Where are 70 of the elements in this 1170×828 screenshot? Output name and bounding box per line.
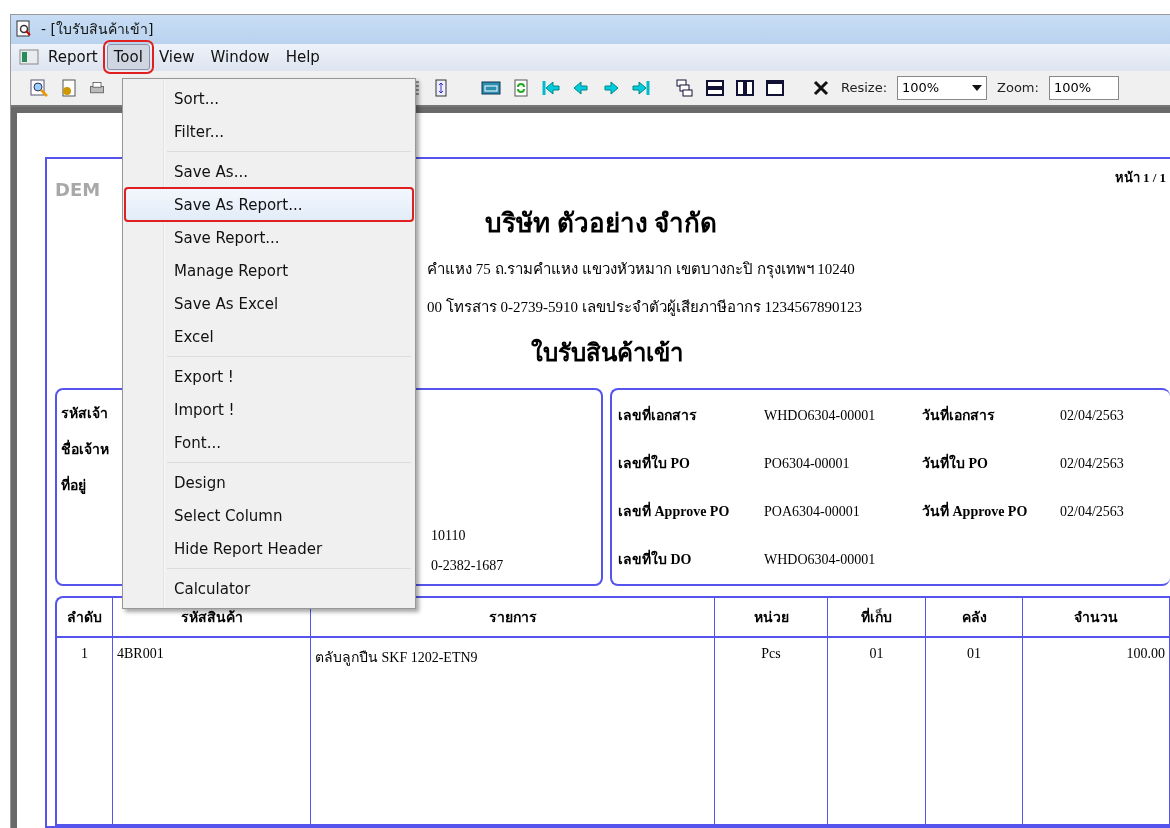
menu-bar-item[interactable]: View <box>151 44 202 71</box>
field-value: POA6304-00001 <box>764 504 861 520</box>
window-icon[interactable] <box>765 77 785 98</box>
field-value: WHDO6304-00001 <box>764 552 877 568</box>
page-number: หน้า 1 / 1 <box>1114 169 1166 187</box>
field-label: ที่อยู่ <box>61 474 109 496</box>
app-icon[interactable] <box>19 49 39 66</box>
field-value: 02/04/2563 <box>1060 504 1125 520</box>
menu-bar-item[interactable]: Window <box>203 44 277 71</box>
zoom-label: Zoom: <box>997 80 1039 96</box>
field-label: รหัสเจ้า <box>61 405 109 423</box>
column-header: ลำดับ <box>57 598 113 638</box>
table-cell: 4BR001 <box>113 638 311 824</box>
menu-bar-item[interactable]: Help <box>278 44 327 71</box>
cascade-icon[interactable] <box>675 77 695 98</box>
company-address: คำแหง 75 ถ.รามคำแหง แขวงหัวหมาก เขตบางกะปิ กรุงเทพฯ 10240 <box>427 260 855 281</box>
watermark-text: DEM <box>55 179 101 200</box>
document-icon[interactable] <box>59 77 79 98</box>
company-contact: 00 โทรสาร 0-2739-5910 เลขประจำตัวผู้เสียภาษีอากร 1234567890123 <box>427 297 862 318</box>
menu-item[interactable]: Import ! <box>125 393 413 426</box>
field-label: ชื่อเจ้าห <box>61 438 109 460</box>
column-header: จำนวน <box>1023 598 1170 638</box>
field-label: เลขที่ใบ DO <box>618 548 764 570</box>
preview-icon[interactable] <box>29 77 49 98</box>
field-label: วันที่เอกสาร <box>922 404 1060 426</box>
menu-item[interactable]: Select Column <box>125 499 413 532</box>
table-cell: 01 <box>926 638 1023 824</box>
menu-item[interactable]: Save Report... <box>125 221 413 254</box>
menu-item[interactable]: Filter... <box>125 115 413 148</box>
column-header: ที่เก็บ <box>828 598 926 638</box>
table-cell: ตลับลูกปืน SKF 1202-ETN9 <box>311 638 715 824</box>
menu-item[interactable]: Save As Excel <box>125 287 413 320</box>
column-header: คลัง <box>926 598 1023 638</box>
field-label: เลขที่ใบ PO <box>618 452 764 474</box>
menu-item[interactable]: Manage Report <box>125 254 413 287</box>
resize-dropdown[interactable]: 100% <box>897 75 988 100</box>
document-preview-icon <box>15 20 33 39</box>
field-value: WHDO6304-00001 <box>764 408 877 424</box>
resize-label: Resize: <box>841 80 888 96</box>
field-label: เลขที่ Approve PO <box>618 500 764 522</box>
field-label: เลขที่เอกสาร <box>618 404 764 426</box>
field-value: PO6304-00001 <box>764 456 851 472</box>
document-title: ใบรับสินค้าเข้า <box>531 337 683 368</box>
field-label: วันที่ Approve PO <box>922 500 1060 522</box>
menu-item[interactable]: Save As... <box>125 155 413 188</box>
column-header: หน่วย <box>715 598 828 638</box>
menu-item[interactable]: Font... <box>125 426 413 459</box>
menu-item[interactable]: Save As Report... <box>125 188 413 221</box>
table-cell: 1 <box>57 638 113 824</box>
menu-item[interactable]: Design <box>125 466 413 499</box>
tile-vertical-icon[interactable] <box>735 77 755 98</box>
field-value: 02/04/2563 <box>1060 408 1125 424</box>
table-cell: 100.00 <box>1023 638 1170 824</box>
table-cell: Pcs <box>715 638 828 824</box>
company-name: บริษัท ตัวอย่าง จำกัด <box>485 208 717 240</box>
menu-item[interactable]: Sort... <box>125 82 413 115</box>
tile-horizontal-icon[interactable] <box>705 77 725 98</box>
field-value: 02/04/2563 <box>1060 456 1125 472</box>
caret-icon <box>972 84 983 91</box>
field-label: วันที่ใบ PO <box>922 452 1060 474</box>
zoom-field[interactable]: 100% <box>1048 75 1119 100</box>
field-value: 0-2382-1687 <box>431 558 505 574</box>
menu-bar-item[interactable]: Report <box>41 44 105 71</box>
table-cell: 01 <box>828 638 926 824</box>
menu-item[interactable]: Export ! <box>125 360 413 393</box>
field-value: 10110 <box>431 528 467 544</box>
window-title: - [ใบรับสินค้าเข้า] <box>41 20 154 40</box>
refresh-icon[interactable] <box>511 77 531 98</box>
menu-item[interactable]: Excel <box>125 320 413 353</box>
menu-item[interactable]: Hide Report Header <box>125 532 413 565</box>
